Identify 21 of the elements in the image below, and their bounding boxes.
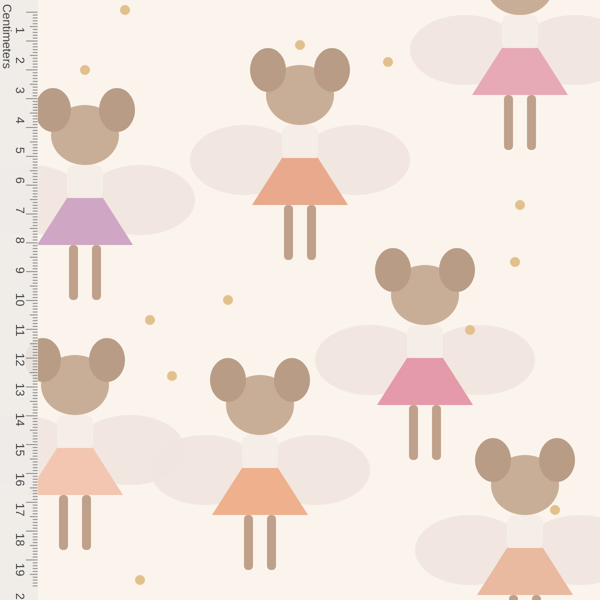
ruler-number: 1 — [13, 26, 26, 34]
ruler-number: 7 — [13, 206, 26, 214]
ruler-number: 3 — [13, 86, 26, 94]
ruler-number: 17 — [13, 503, 26, 517]
ruler-number: 9 — [13, 266, 26, 274]
unit-label: Centimeters — [1, 4, 13, 69]
ruler-number: 13 — [13, 383, 26, 397]
ruler-number: 18 — [13, 533, 26, 547]
ruler-number: 16 — [13, 473, 26, 487]
ruler-number: 10 — [13, 293, 26, 307]
ruler-number: 4 — [13, 116, 26, 124]
ruler-number: 2 — [13, 593, 26, 600]
ruler-number: 2 — [13, 56, 26, 64]
ruler-number: 5 — [13, 146, 26, 154]
ruler-number: 11 — [13, 324, 26, 336]
ruler-number: 19 — [13, 563, 26, 577]
ruler-number: 15 — [13, 443, 26, 457]
ruler-number: 14 — [13, 413, 26, 427]
ruler-number: 12 — [13, 353, 26, 367]
ruler-number: 8 — [13, 236, 26, 244]
ruler-number: 6 — [13, 176, 26, 184]
